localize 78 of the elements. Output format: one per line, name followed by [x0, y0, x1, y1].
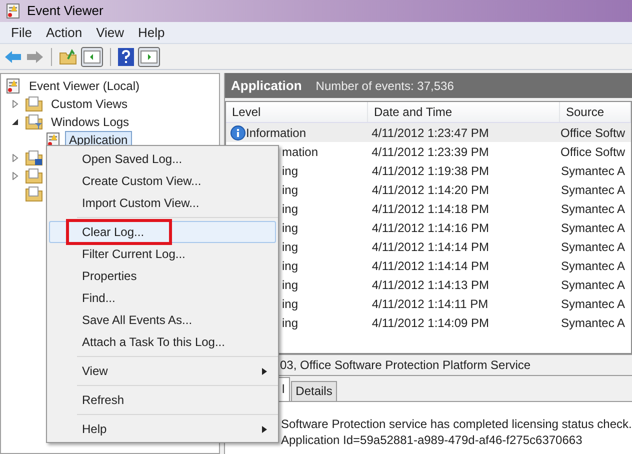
menu-item[interactable]: Attach a Task To this Log...: [49, 331, 276, 353]
menu-item[interactable]: Open Saved Log...: [49, 148, 276, 170]
expand-arrow-icon[interactable]: [11, 172, 19, 180]
table-cell-text: Symantec A: [560, 276, 626, 294]
expand-arrow-icon[interactable]: [11, 100, 19, 108]
table-cell-text: ing: [282, 296, 298, 312]
panel-title: Application: [231, 76, 302, 95]
menu-item[interactable]: Action: [38, 22, 90, 42]
menu-item[interactable]: View: [89, 22, 132, 42]
details-text: Software Protection service has completed licensing status check.: [281, 416, 632, 432]
table-cell-text: Office Softw: [560, 124, 626, 142]
table-cell-text: Symantec A: [560, 200, 626, 218]
event-count: Number of events: 37,536: [316, 78, 454, 94]
table-row[interactable]: Information 4/11/2012 1:23:47 PM Office Softw: [226, 123, 631, 142]
window-title: Event Viewer: [27, 2, 104, 20]
menu-item[interactable]: Find...: [49, 287, 276, 309]
table-cell-text: 4/11/2012 1:14:11 PM: [370, 296, 490, 312]
table-cell-text: 4/11/2012 1:23:47 PM: [370, 124, 490, 142]
table-cell-text: Symantec A: [560, 220, 626, 236]
collapse-arrow-icon[interactable]: [11, 118, 19, 126]
table-cell-text: ing: [282, 276, 298, 294]
table-cell-text: 4/11/2012 1:23:39 PM: [370, 144, 490, 160]
column-header[interactable]: Date and Time: [368, 102, 560, 122]
column-header[interactable]: Source: [560, 102, 631, 122]
tree-item[interactable]: Custom Views: [47, 95, 132, 113]
folder-icon: [25, 168, 43, 184]
table-cell-text: Symantec A: [560, 162, 626, 180]
back-arrow-icon[interactable]: [4, 50, 22, 64]
menu-item[interactable]: Clear Log...: [49, 221, 276, 243]
table-cell-text: 4/11/2012 1:14:20 PM: [370, 182, 490, 198]
menu-item[interactable]: Create Custom View...: [49, 170, 276, 192]
menu-item[interactable]: Refresh: [49, 389, 276, 411]
table-cell-text: Symantec A: [560, 182, 626, 198]
folder-icon: [25, 96, 43, 112]
menu-item[interactable]: File: [4, 22, 39, 42]
table-cell-text: ing: [282, 200, 298, 218]
tab[interactable]: Details: [290, 381, 338, 401]
hide-pane-icon[interactable]: [81, 46, 103, 66]
table-cell-text: ing: [282, 182, 298, 198]
column-header[interactable]: Level: [226, 102, 368, 122]
log-icon: [5, 3, 21, 19]
folder-up-icon[interactable]: [59, 48, 77, 64]
table-cell-text: mation: [282, 144, 318, 160]
menu-item[interactable]: Import Custom View...: [49, 192, 276, 214]
table-cell-text: Symantec A: [560, 238, 626, 256]
folder-icon: [25, 114, 43, 130]
menu-item[interactable]: Help: [131, 22, 172, 42]
table-cell-text: Information: [246, 124, 306, 142]
forward-arrow-icon[interactable]: [26, 50, 44, 64]
table-cell-text: Symantec A: [560, 314, 626, 332]
table-cell-text: 4/11/2012 1:14:18 PM: [370, 200, 490, 218]
table-cell-text: Symantec A: [560, 296, 626, 312]
folder-icon: [25, 186, 43, 202]
tree-item[interactable]: Event Viewer (Local): [25, 77, 144, 95]
table-cell-text: Symantec A: [560, 258, 626, 274]
tree-item[interactable]: Windows Logs: [47, 113, 134, 131]
menu-item[interactable]: Save All Events As...: [49, 309, 276, 331]
menu-item[interactable]: Properties: [49, 265, 276, 287]
table-cell-text: 4/11/2012 1:14:14 PM: [370, 238, 490, 256]
folder-icon: [25, 150, 43, 166]
details-text: Application Id=59a52881-a989-479d-af46-f275c6370663: [281, 432, 584, 448]
table-cell-text: ing: [282, 162, 298, 180]
table-cell-text: 4/11/2012 1:14:13 PM: [370, 276, 490, 294]
table-cell-text: 4/11/2012 1:14:09 PM: [370, 314, 490, 332]
table-cell-text: 4/11/2012 1:14:16 PM: [370, 220, 490, 236]
table-cell-text: Office Softw: [560, 144, 626, 160]
expand-arrow-icon[interactable]: [11, 154, 19, 162]
table-cell-text: 4/11/2012 1:14:14 PM: [370, 258, 490, 274]
table-cell-text: ing: [282, 220, 298, 236]
help-icon[interactable]: [118, 48, 134, 66]
table-cell-text: ing: [282, 314, 298, 332]
menu-item[interactable]: Filter Current Log...: [49, 243, 276, 265]
table-cell-text: ing: [282, 258, 298, 274]
table-cell-text: 4/11/2012 1:19:38 PM: [370, 162, 490, 180]
log-icon: [5, 78, 21, 94]
menu-item[interactable]: Help: [49, 418, 276, 440]
table-cell-text: ing: [282, 238, 298, 256]
show-pane-icon[interactable]: [138, 46, 160, 66]
